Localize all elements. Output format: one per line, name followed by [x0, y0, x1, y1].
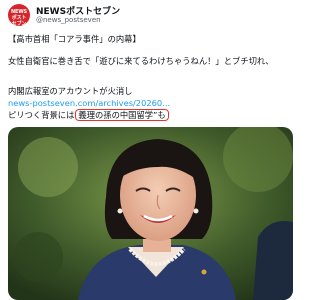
- avatar[interactable]: NEWS ポスト セブン: [8, 4, 30, 26]
- tweet-text-line-1: 【高市首相「コアラ事件」の内幕】: [8, 34, 141, 44]
- avatar-logo-text: NEWS ポスト セブン: [11, 9, 27, 26]
- tweet-text-line-5: ピリつく背景には 義理の孫の中国留学”も: [8, 109, 298, 121]
- circled-highlight-text: 義理の孫の中国留学”も: [75, 109, 169, 121]
- tweet-card: NEWS ポスト セブン NEWSポストセブン @news_postseven 【高…: [0, 0, 300, 300]
- article-link[interactable]: news-postseven.com/archives/20260...: [8, 98, 170, 108]
- tweet-photo[interactable]: [8, 127, 293, 300]
- tweet-link-line: news-postseven.com/archives/20260...: [8, 98, 298, 109]
- tweet-header: NEWS ポスト セブン NEWSポストセブン @news_postseven: [8, 4, 292, 26]
- account-handle[interactable]: @news_postseven: [36, 16, 101, 24]
- tweet-text-prefix: ピリつく背景には: [8, 110, 75, 120]
- photo-of-woman-smiling-icon: [8, 127, 293, 300]
- tweet-text-line-2: 女性自衛官に巻き舌で「遊びに来てるわけちゃうねん！」とブチ切れ、: [8, 56, 274, 66]
- tweet-text-line-3: 内閣広報室のアカウントが火消し: [8, 86, 133, 96]
